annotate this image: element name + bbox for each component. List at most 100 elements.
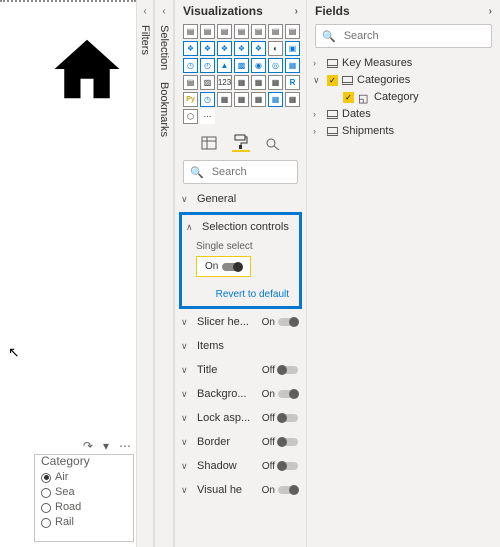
chevron-down-icon: ∨ [181,194,191,205]
chevron-down-icon: ∨ [181,341,191,352]
format-row-label: Visual he [197,484,256,496]
single-select-toggle[interactable]: On [196,256,251,277]
format-row[interactable]: ∨ Title Off [179,361,300,379]
clear-filter-icon[interactable]: ↷ [83,439,93,453]
slicer-visual[interactable]: ↷ ▾ ⋯ Category Air Sea Road Rail [34,454,134,542]
format-row[interactable]: ∨ShadowOff [179,457,300,475]
filters-rail[interactable]: ‹ Filters [136,0,154,547]
format-row[interactable]: ∨Backgro...On [179,385,300,403]
viz-type-icon[interactable]: ▤ [285,24,300,39]
viz-type-icon[interactable]: ◎ [268,58,283,73]
toggle[interactable]: On [262,485,298,496]
toggle[interactable]: On [262,317,298,328]
viz-type-icon[interactable]: ❖ [200,41,215,56]
format-tab[interactable] [232,134,250,152]
viz-type-icon[interactable]: R [285,75,300,90]
viz-type-icon[interactable]: ◷ [200,92,215,107]
viz-type-icon[interactable]: ▦ [268,75,283,90]
toggle[interactable]: Off [262,413,298,424]
analytics-icon [265,136,281,150]
viz-type-icon[interactable]: ❖ [251,41,266,56]
viz-type-icon[interactable]: ▤ [234,24,249,39]
chevron-up-icon[interactable]: ∧ [186,222,196,233]
viz-type-icon[interactable]: ❖ [217,41,232,56]
paint-roller-icon [234,134,248,150]
format-row[interactable]: ∨BorderOff [179,433,300,451]
viz-type-icon[interactable]: ▦ [285,58,300,73]
viz-type-icon[interactable]: ▦ [234,92,249,107]
field-table[interactable]: ∨✓Categories [313,73,494,87]
viz-type-icon[interactable]: ▲ [217,58,232,73]
viz-type-icon[interactable]: ◴ [200,58,215,73]
viz-type-icon[interactable]: ▣ [285,41,300,56]
format-row[interactable]: ∨Lock asp...Off [179,409,300,427]
analytics-tab[interactable] [264,134,282,152]
viz-type-icon[interactable]: ▦ [217,92,232,107]
viz-type-icon[interactable]: ▨ [200,75,215,90]
viz-type-icon[interactable]: ▦ [234,75,249,90]
filters-label: Filters [139,25,151,55]
viz-type-icon[interactable]: 123 [217,75,232,90]
field-table[interactable]: ›Key Measures [313,56,494,70]
slicer-option[interactable]: Air [41,470,127,485]
viz-type-icon[interactable]: ▦ [251,75,266,90]
radio-icon [41,473,51,483]
format-section-general[interactable]: ∨ General [179,190,300,208]
chevron-right-icon[interactable]: › [295,6,298,17]
viz-type-icon[interactable]: ⬡ [183,109,198,124]
hierarchy-icon: ◱ [358,92,370,102]
format-row-label: Title [197,364,256,376]
fields-search-input[interactable] [342,29,488,43]
viz-type-icon[interactable]: ❖ [183,41,198,56]
slicer-option[interactable]: Sea [41,485,127,500]
field-column[interactable]: ✓◱Category [313,90,494,104]
viz-type-icon[interactable]: ▤ [183,75,198,90]
chevron-down-icon: ∨ [181,485,191,496]
selection-controls-section: ∧ Selection controls Single select On Re… [179,212,302,309]
table-icon [327,110,338,119]
viz-type-icon[interactable]: ▤ [200,24,215,39]
viz-type-icon[interactable]: ❖ [234,41,249,56]
field-table[interactable]: ›Dates [313,107,494,121]
chevron-down-icon: ∨ [313,75,323,86]
viz-type-icon[interactable]: ▤ [268,24,283,39]
viz-type-icon[interactable]: ▤ [183,24,198,39]
viz-type-icon[interactable]: Py [183,92,198,107]
checkbox-checked-icon[interactable]: ✓ [327,75,338,86]
format-search[interactable]: 🔍 [183,160,298,184]
viz-type-icon[interactable]: ◷ [183,58,198,73]
fields-tab[interactable] [200,134,218,152]
toggle[interactable]: Off [262,437,298,448]
viz-type-icon[interactable]: ▩ [234,58,249,73]
chevron-left-icon[interactable]: ‹ [162,6,165,17]
chevron-down-icon: ∨ [181,365,191,376]
toggle[interactable]: Off [262,461,298,472]
selection-rail[interactable]: ‹ Selection Bookmarks [154,0,174,547]
section-title: Selection controls [202,221,295,233]
viz-type-icon[interactable]: ▦ [251,92,266,107]
viz-type-icon[interactable]: ▤ [251,24,266,39]
more-options-icon[interactable]: ⋯ [119,439,131,453]
toggle[interactable]: On [262,389,298,400]
fields-search[interactable]: 🔍 [315,24,492,48]
slicer-option[interactable]: Rail [41,515,127,530]
slicer-option[interactable]: Road [41,500,127,515]
report-canvas[interactable]: ↖ ↷ ▾ ⋯ Category Air Sea Road Rail [0,0,136,547]
checkbox-checked-icon[interactable]: ✓ [343,92,354,103]
chevron-left-icon[interactable]: ‹ [143,6,146,17]
viz-type-icon[interactable]: ▤ [217,24,232,39]
viz-type-icon[interactable]: ◉ [251,58,266,73]
format-row[interactable]: ∨Slicer he...On [179,313,300,331]
format-row[interactable]: ∨ Visual he On [179,481,300,499]
viz-type-icon[interactable]: ▦ [268,92,283,107]
field-table[interactable]: ›Shipments [313,124,494,138]
slicer-dropdown-icon[interactable]: ▾ [103,439,109,453]
format-row[interactable]: ∨Items [179,337,300,355]
chevron-right-icon[interactable]: › [489,6,492,17]
revert-to-default-link[interactable]: Revert to default [186,285,295,302]
toggle[interactable]: Off [262,365,298,376]
viz-type-icon[interactable]: ◐ [268,41,283,56]
viz-gallery: ▤▤▤▤▤▤▤ ❖❖❖❖❖◐▣ ◷◴▲▩◉◎▦ ▤▨123▦▦▦R Py◷▦▦▦… [175,22,306,128]
more-viz-icon[interactable]: ⋯ [200,109,215,124]
viz-type-icon[interactable]: ▦ [285,92,300,107]
